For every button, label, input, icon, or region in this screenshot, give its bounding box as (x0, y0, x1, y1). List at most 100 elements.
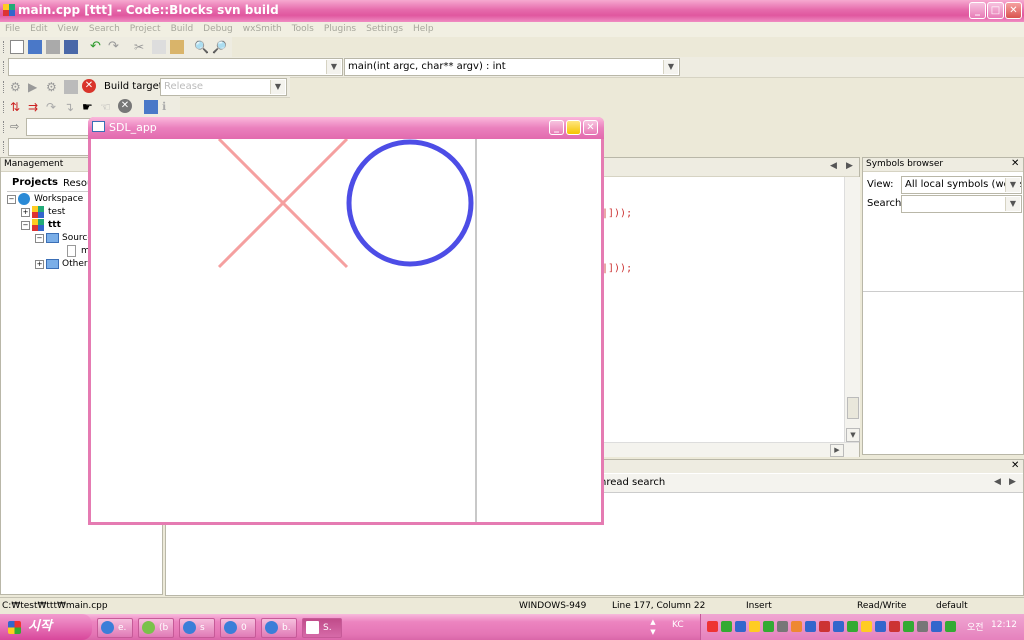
code-line[interactable]: |])); (602, 263, 632, 274)
expand-icon[interactable]: + (35, 260, 44, 269)
collapse-icon[interactable]: − (21, 221, 30, 230)
tray-icon[interactable] (889, 621, 900, 632)
build-icon[interactable]: ⚙ (10, 80, 24, 94)
sdl-title-bar[interactable]: SDL_app _ ✕ (88, 117, 604, 139)
taskbar-scroll-icon[interactable]: ▲ ▼ (648, 617, 658, 637)
menu-view[interactable]: View (53, 22, 84, 37)
minimize-button[interactable]: _ (969, 2, 986, 19)
save-all-icon[interactable] (64, 40, 78, 54)
menu-tools[interactable]: Tools (287, 22, 319, 37)
tray-icon[interactable] (721, 621, 732, 632)
run-to-cursor-icon[interactable]: ⇉ (28, 100, 42, 114)
tab-scroll-left-icon[interactable]: ◀ (830, 161, 837, 171)
sdl-minimize-button[interactable]: _ (549, 120, 564, 135)
jump-icon[interactable]: ⇨ (10, 120, 24, 134)
redo-icon[interactable]: ↷ (108, 40, 122, 54)
info-icon[interactable]: ℹ (162, 100, 176, 114)
tray-icon[interactable] (903, 621, 914, 632)
tab-projects[interactable]: Projects (9, 177, 62, 188)
run-icon[interactable]: ▶ (28, 80, 42, 94)
tray-icon[interactable] (945, 621, 956, 632)
taskbar-button[interactable]: b. (261, 618, 297, 638)
new-file-icon[interactable] (10, 40, 24, 54)
function-combo[interactable]: main(int argc, char** argv) : int ▼ (344, 58, 680, 76)
start-button[interactable]: 시작 (0, 614, 92, 640)
rebuild-icon[interactable] (64, 80, 78, 94)
code-line[interactable]: |])); (602, 208, 632, 219)
view-combo[interactable]: All local symbols (works ▼ (901, 176, 1022, 194)
taskbar-button-sdl-app[interactable]: S. (302, 618, 342, 638)
toolbar-grip[interactable] (3, 121, 7, 133)
tab-thread-search[interactable]: hread search (600, 477, 665, 488)
scrollbar-thumb[interactable] (847, 397, 859, 419)
tray-icon[interactable] (819, 621, 830, 632)
tab-scroll-right-icon[interactable]: ▶ (846, 161, 853, 171)
scope-combo[interactable]: ▼ (8, 58, 343, 76)
tray-icon[interactable] (735, 621, 746, 632)
menu-help[interactable]: Help (408, 22, 439, 37)
sdl-maximize-button[interactable] (566, 120, 581, 135)
menu-plugins[interactable]: Plugins (319, 22, 361, 37)
cut-icon[interactable]: ✂ (134, 40, 148, 54)
build-target-combo[interactable]: Release ▼ (160, 78, 287, 96)
expand-icon[interactable]: + (21, 208, 30, 217)
collapse-icon[interactable]: − (7, 195, 16, 204)
taskbar-button[interactable]: s (179, 618, 215, 638)
next-line-icon[interactable]: ↷ (46, 100, 60, 114)
language-indicator[interactable]: KC (672, 620, 684, 630)
tic-tac-toe-canvas[interactable] (91, 137, 601, 522)
clock-time[interactable]: 12:12 (991, 620, 1017, 630)
taskbar-button[interactable]: 0 (220, 618, 256, 638)
menu-wxsmith[interactable]: wxSmith (238, 22, 287, 37)
tab-scroll-right-icon[interactable]: ▶ (1009, 477, 1016, 487)
tray-icon[interactable] (791, 621, 802, 632)
toolbar-grip[interactable] (3, 41, 7, 53)
find-icon[interactable]: 🔍 (194, 40, 209, 54)
tray-icon[interactable] (805, 621, 816, 632)
break-icon[interactable]: ☜ (100, 100, 114, 114)
scroll-right-icon[interactable]: ▶ (830, 444, 844, 457)
menu-build[interactable]: Build (166, 22, 199, 37)
menu-project[interactable]: Project (125, 22, 166, 37)
debug-windows-icon[interactable] (144, 100, 158, 114)
close-button[interactable]: ✕ (1005, 2, 1022, 19)
toolbar-grip[interactable] (3, 141, 7, 153)
menu-debug[interactable]: Debug (198, 22, 238, 37)
toolbar-grip[interactable] (3, 81, 7, 93)
sdl-close-button[interactable]: ✕ (583, 120, 598, 135)
tray-icon[interactable] (707, 621, 718, 632)
close-icon[interactable]: ✕ (1011, 460, 1019, 471)
editor-vertical-scrollbar[interactable]: ▼ (844, 177, 860, 442)
tray-icon[interactable] (833, 621, 844, 632)
tray-icon[interactable] (763, 621, 774, 632)
undo-icon[interactable]: ↶ (90, 40, 104, 54)
stop-debugger-icon[interactable]: ✕ (118, 99, 132, 113)
step-out-icon[interactable]: ☛ (82, 100, 96, 114)
paste-icon[interactable] (170, 40, 184, 54)
collapse-icon[interactable]: − (35, 234, 44, 243)
tic-tac-toe-board[interactable] (91, 137, 601, 522)
tray-icon[interactable] (749, 621, 760, 632)
open-file-icon[interactable] (28, 40, 42, 54)
menu-file[interactable]: File (0, 22, 25, 37)
toolbar-grip[interactable] (3, 101, 7, 113)
tab-scroll-left-icon[interactable]: ◀ (994, 477, 1001, 487)
build-run-icon[interactable]: ⚙ (46, 80, 60, 94)
step-into-icon[interactable]: ↴ (64, 100, 78, 114)
search-combo[interactable] (26, 118, 96, 136)
extra-combo[interactable] (8, 138, 96, 156)
taskbar-button[interactable]: (b (138, 618, 174, 638)
copy-icon[interactable] (152, 40, 166, 54)
debug-start-icon[interactable]: ⇅ (10, 100, 24, 114)
tray-icon[interactable] (777, 621, 788, 632)
menu-search[interactable]: Search (84, 22, 125, 37)
tray-icon[interactable] (847, 621, 858, 632)
symbols-search-combo[interactable]: ▼ (901, 195, 1022, 213)
maximize-button[interactable]: □ (987, 2, 1004, 19)
menu-settings[interactable]: Settings (361, 22, 408, 37)
menu-edit[interactable]: Edit (25, 22, 52, 37)
abort-icon[interactable]: ✕ (82, 79, 96, 93)
replace-icon[interactable]: 🔎 (212, 40, 227, 54)
close-icon[interactable]: ✕ (1011, 158, 1019, 169)
taskbar-button[interactable]: e. (97, 618, 133, 638)
